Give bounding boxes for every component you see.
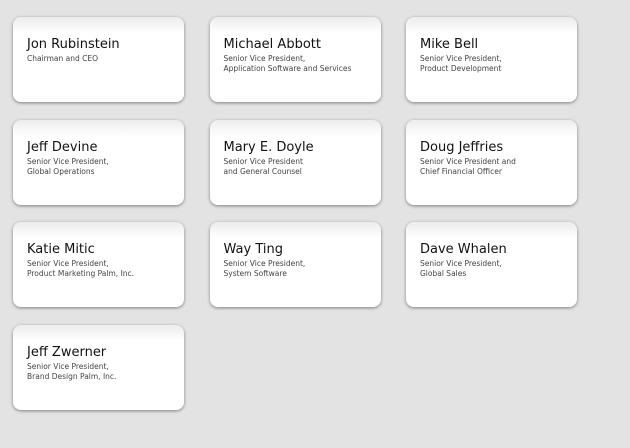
executive-grid: Jon Rubinstein Chairman and CEO Michael Ab… [13, 17, 577, 410]
executive-card[interactable]: Doug Jeffries Senior Vice President and C… [406, 119, 577, 205]
executive-title: Senior Vice President, Global Operations [27, 156, 109, 176]
executive-name: Jeff Zwerner [27, 344, 107, 360]
executive-name: Katie Mitic [27, 242, 95, 257]
executive-card[interactable]: Jeff Devine Senior Vice President, Global… [13, 119, 184, 205]
executive-name: Doug Jeffries [420, 139, 504, 155]
executive-card[interactable]: Jeff Zwerner Senior Vice President, Brand… [13, 324, 184, 410]
executive-card[interactable]: Mike Bell Senior Vice President, Product … [406, 17, 577, 102]
executive-name: Dave Whalen [420, 242, 507, 257]
executive-card[interactable]: Jon Rubinstein Chairman and CEO [13, 17, 184, 102]
executive-title: Senior Vice President, Brand Design Palm… [27, 361, 117, 381]
executive-title: Chairman and CEO [27, 54, 99, 63]
executive-card[interactable]: Katie Mitic Senior Vice President, Produc… [13, 222, 184, 307]
executive-title: Senior Vice President, System Software [223, 259, 306, 278]
executive-card[interactable]: Michael Abbott Senior Vice President, App… [209, 17, 381, 102]
executive-name: Way Ting [223, 242, 283, 257]
executive-title: Senior Vice President, Global Sales [420, 259, 502, 278]
executive-card[interactable]: Way Ting Senior Vice President, System So… [209, 222, 381, 307]
executive-title: Senior Vice President, Product Marketing… [27, 259, 135, 278]
executive-name: Jon Rubinstein [27, 37, 120, 52]
executive-name: Mary E. Doyle [223, 139, 314, 155]
executive-title: Senior Vice President, Application Softw… [223, 54, 352, 73]
executive-card[interactable]: Dave Whalen Senior Vice President, Global… [406, 222, 577, 307]
executive-title: Senior Vice President and General Counse… [223, 156, 303, 176]
executive-title: Senior Vice President, Product Developme… [420, 54, 502, 73]
executive-title: Senior Vice President and Chief Financia… [420, 156, 516, 176]
executive-card[interactable]: Mary E. Doyle Senior Vice President and G… [209, 119, 381, 205]
executive-name: Jeff Devine [27, 139, 98, 155]
executive-name: Mike Bell [420, 37, 479, 52]
executive-name: Michael Abbott [223, 37, 321, 52]
